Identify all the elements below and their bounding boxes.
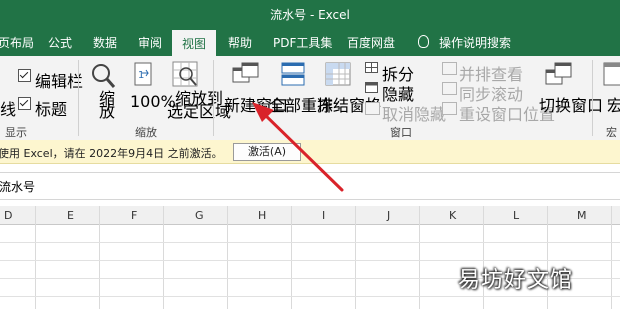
watermark-text: 易坊好文馆 xyxy=(458,268,574,293)
